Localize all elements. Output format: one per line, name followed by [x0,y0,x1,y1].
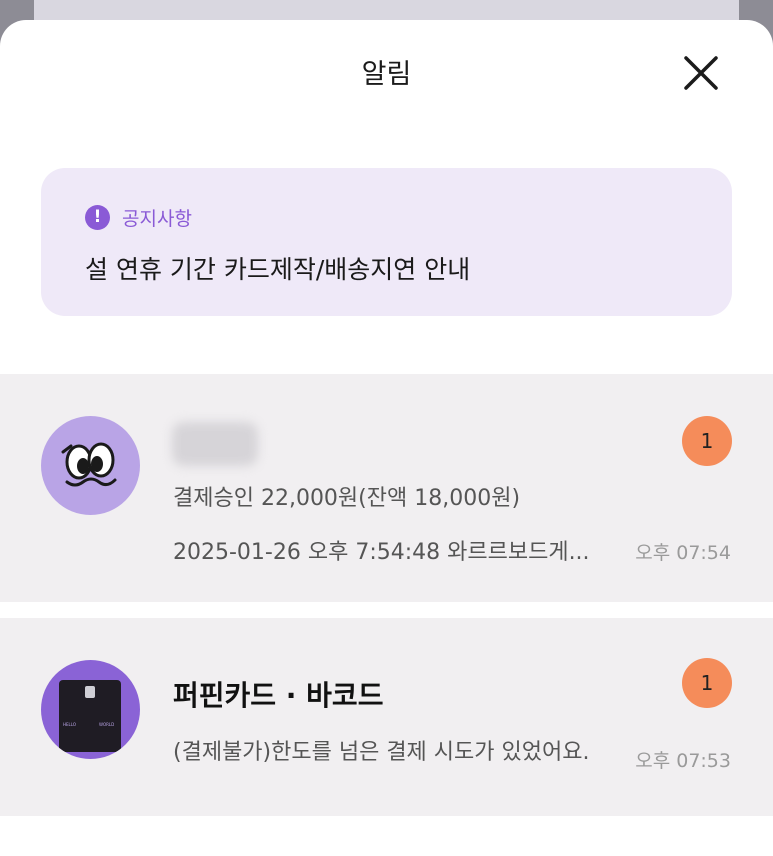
unread-badge: 1 [682,658,732,708]
notice-banner[interactable]: ! 공지사항 설 연휴 기간 카드제작/배송지연 안내 [41,168,732,316]
notification-message: 결제승인 22,000원(잔액 18,000원) [173,486,521,511]
notification-sheet: 알림 ! 공지사항 설 연휴 기간 카드제작/배송지연 안내 결제승인 22,0… [0,20,773,856]
sender-name: 퍼핀카드 · 바코드 [173,679,384,712]
notice-tag: ! 공지사항 [85,204,192,230]
notification-detail: 2025-01-26 오후 7:54:48 와르르보드게... [173,540,590,565]
sender-name-blurred [172,422,258,466]
notification-time: 오후 07:54 [635,542,731,564]
svg-text:WORLD: WORLD [99,722,114,727]
avatar: HELLO WORLD [41,660,140,759]
card-avatar-icon: HELLO WORLD [59,680,121,752]
notification-time: 오후 07:53 [635,750,731,772]
notice-text: 설 연휴 기간 카드제작/배송지연 안내 [85,255,471,284]
notice-tag-label: 공지사항 [122,207,192,230]
close-icon [684,56,718,90]
svg-text:HELLO: HELLO [63,722,76,727]
notification-item[interactable]: HELLO WORLD 퍼핀카드 · 바코드 (결제불가)한도를 넘은 결제 시… [0,618,773,816]
page-title: 알림 [361,59,412,90]
close-button[interactable] [680,52,722,94]
cartoon-eyes-avatar-icon [61,442,117,487]
notification-message: (결제불가)한도를 넘은 결제 시도가 있었어요. [173,740,590,765]
avatar [41,416,140,515]
exclamation-icon: ! [85,204,110,230]
notification-item[interactable]: 결제승인 22,000원(잔액 18,000원) 2025-01-26 오후 7… [0,374,773,602]
unread-badge: 1 [682,416,732,466]
